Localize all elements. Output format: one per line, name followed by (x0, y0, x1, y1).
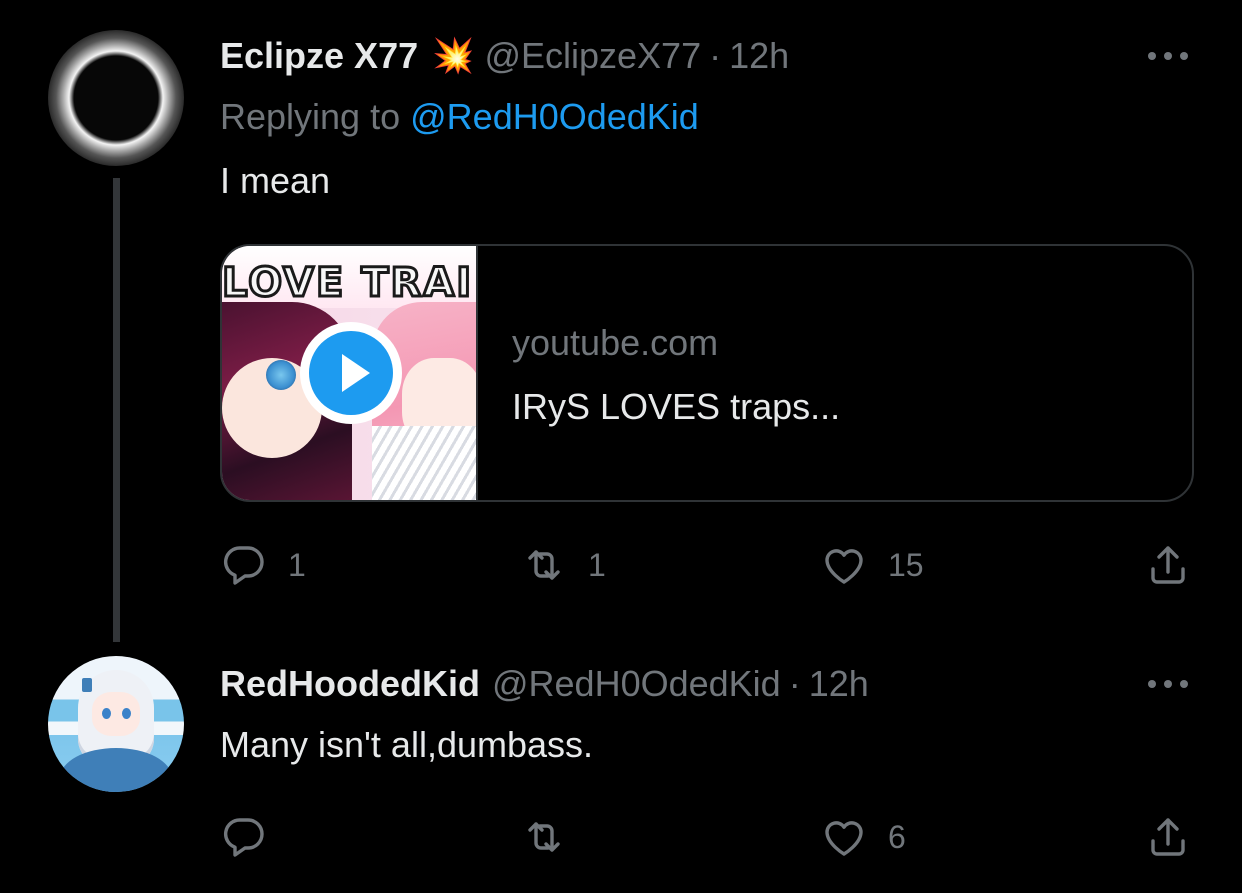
retweet-icon (528, 822, 560, 852)
avatar-redhoodedkid[interactable] (48, 656, 184, 792)
card-title: IRyS LOVES traps... (512, 386, 841, 427)
tweet-actions: 1 1 15 (220, 540, 1194, 590)
retweet-icon (528, 550, 560, 580)
tweet-eclipze[interactable]: Eclipze X77 💥 @EclipzeX77 · 12h Replying… (0, 0, 1242, 642)
separator-dot: · (788, 663, 801, 704)
timestamp[interactable]: 12h (809, 663, 869, 705)
reply-button[interactable] (220, 812, 288, 862)
display-name[interactable]: Eclipze X77 (220, 35, 418, 77)
thread-connector-line (113, 178, 120, 642)
like-count: 15 (888, 546, 924, 583)
retweet-button[interactable] (520, 812, 588, 862)
heart-icon (825, 549, 863, 584)
replying-to-line: Replying to @RedH0OdedKid (220, 96, 699, 138)
collision-emoji-icon: 💥 (432, 37, 475, 75)
reply-icon (223, 818, 264, 857)
card-domain: youtube.com (512, 322, 719, 363)
thumbnail-fur-collar (372, 426, 476, 500)
share-icon (1151, 818, 1185, 856)
tweet-header: Eclipze X77 💥 @EclipzeX77 · 12h (220, 32, 789, 80)
display-name[interactable]: RedHoodedKid (220, 663, 480, 705)
heart-icon (825, 821, 863, 856)
user-handle[interactable]: @EclipzeX77 (484, 35, 701, 77)
tweet-actions: 6 (220, 812, 1194, 862)
thumbnail-title-text: LOVE TRAI (222, 259, 474, 308)
avatar-eclipze[interactable] (48, 30, 184, 166)
user-handle[interactable]: @RedH0OdedKid (492, 663, 781, 705)
link-preview-card[interactable]: LOVE TRAI youtube.com IRyS LOVES traps..… (220, 244, 1194, 502)
timestamp[interactable]: 12h (729, 35, 789, 77)
avatar-eye-left (102, 708, 111, 719)
share-icon (1151, 546, 1185, 584)
avatar-face (92, 692, 140, 736)
reply-icon (223, 546, 264, 585)
avatar-hoodie (60, 748, 172, 792)
replying-to-link[interactable]: @RedH0OdedKid (410, 96, 699, 137)
reply-count: 1 (288, 546, 306, 583)
avatar-hair-clip (82, 678, 92, 692)
reply-button[interactable]: 1 (220, 540, 306, 590)
replying-prefix: Replying to (220, 96, 401, 137)
retweet-count: 1 (588, 546, 606, 583)
tweet-text: I mean (220, 160, 331, 201)
more-options-icon[interactable] (1144, 44, 1192, 68)
share-button[interactable] (1144, 812, 1192, 862)
like-button[interactable]: 6 (820, 812, 906, 862)
more-options-icon[interactable] (1144, 672, 1192, 696)
tweet-text: Many isn't all,dumbass. (220, 724, 594, 765)
avatar-eye-right (122, 708, 131, 719)
like-count: 6 (888, 818, 906, 855)
retweet-button[interactable]: 1 (520, 540, 606, 590)
play-icon[interactable] (300, 322, 402, 424)
thumbnail-figure-left-eye (266, 360, 296, 390)
share-button[interactable] (1144, 540, 1192, 590)
separator-dot: · (709, 35, 722, 76)
like-button[interactable]: 15 (820, 540, 924, 590)
tweet-header: RedHoodedKid @RedH0OdedKid · 12h (220, 660, 869, 708)
video-thumbnail[interactable]: LOVE TRAI (222, 246, 478, 500)
